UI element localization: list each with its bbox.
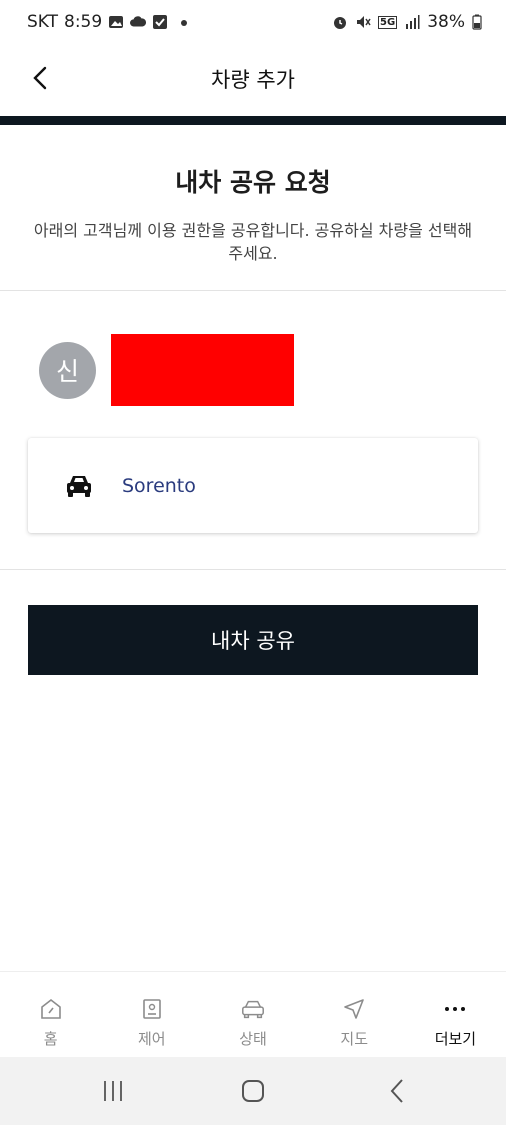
status-bar: SKT 8:59 5G 38% [0,0,506,46]
vehicle-card[interactable]: Sorento [28,438,478,533]
redacted-user-name [111,334,294,406]
section-divider [0,569,506,570]
network-label: 5G [378,15,398,29]
back-arrow-icon [390,1079,403,1103]
home-icon [38,996,64,1022]
carrier-label: SKT [27,12,59,32]
recent-apps-icon [104,1081,122,1101]
cloud-icon [130,16,147,27]
system-nav-bar [0,1057,506,1125]
user-row: 신 [39,334,294,406]
share-car-button[interactable]: 내차 공유 [28,605,478,675]
system-back-button[interactable] [380,1075,414,1107]
nav-label-home: 홈 [43,1030,58,1048]
control-icon [139,996,165,1022]
battery-icon [472,14,482,30]
nav-item-map[interactable]: 지도 [304,972,405,1057]
battery-label: 38% [427,12,465,32]
vehicle-name: Sorento [122,474,196,497]
intro-section: 내차 공유 요청 아래의 고객님께 이용 권한을 공유합니다. 공유하실 차량을… [0,125,506,291]
header-divider-bar [0,116,506,125]
nav-label-control: 제어 [138,1030,166,1048]
nav-item-control[interactable]: 제어 [101,972,202,1057]
nav-item-more[interactable]: 더보기 [405,972,506,1057]
app-header: 차량 추가 [0,46,506,116]
dot-icon [181,20,188,26]
nav-label-more: 더보기 [434,1030,477,1048]
signal-icon [406,15,420,29]
navigation-icon [341,996,367,1022]
gallery-icon [109,16,124,28]
nav-item-home[interactable]: 홈 [0,972,101,1057]
status-left: SKT 8:59 [27,12,190,32]
bottom-nav: 홈 제어 상태 지도 더보기 [0,971,506,1057]
more-icon [442,996,468,1022]
screen: SKT 8:59 5G 38% 차량 추가 내차 공유 요청 아래의 고객님께 … [0,0,506,1125]
checkbox-icon [153,15,168,29]
clock: 8:59 [64,12,103,32]
intro-title: 내차 공유 요청 [175,168,331,197]
avatar: 신 [39,341,96,399]
intro-description: 아래의 고객님께 이용 권한을 공유합니다. 공유하실 차량을 선택해주세요. [33,221,473,263]
nav-item-status[interactable]: 상태 [202,972,303,1057]
nav-label-status: 상태 [239,1030,267,1048]
car-icon [67,475,91,497]
nav-label-map: 지도 [340,1030,369,1048]
home-system-button[interactable] [236,1075,270,1107]
status-right: 5G 38% [332,12,482,32]
home-circle-icon [242,1080,264,1102]
mute-icon [357,16,371,28]
alarm-icon [334,17,347,29]
car-status-icon [240,996,266,1022]
recent-apps-button[interactable] [96,1075,130,1107]
page-title: 차량 추가 [211,68,295,92]
